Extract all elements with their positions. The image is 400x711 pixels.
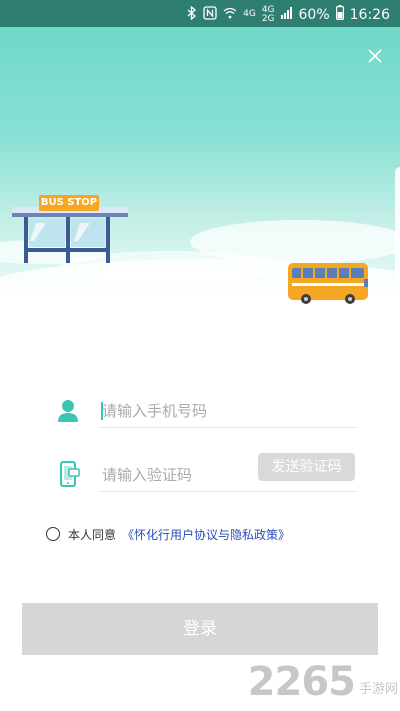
- user-icon: [54, 396, 82, 424]
- phone-underline: [100, 427, 356, 428]
- close-button[interactable]: [364, 46, 386, 68]
- network-4g-label: 4G: [243, 9, 256, 19]
- watermark-suffix: 手游网: [358, 682, 398, 697]
- network-2g-label: 2G: [261, 13, 275, 24]
- agreement-row: 本人同意 《怀化行用户协议与隐私政策》: [46, 525, 290, 543]
- bluetooth-icon: [187, 5, 197, 24]
- send-code-button[interactable]: 发送验证码: [258, 453, 355, 481]
- text-cursor: [101, 402, 103, 420]
- agreement-link[interactable]: 《怀化行用户协议与隐私政策》: [122, 526, 290, 543]
- hero-banner: BUS STOP: [0, 27, 400, 327]
- network-dual-label: 4G 2G: [261, 5, 275, 24]
- bus-illustration: [288, 263, 368, 304]
- hero-illustration: [0, 195, 400, 327]
- status-icons: 4G 4G 2G 60% 16:26: [187, 5, 390, 24]
- code-underline: [100, 491, 356, 492]
- edge-panel-handle[interactable]: [395, 167, 400, 281]
- phone-input[interactable]: [100, 396, 358, 426]
- close-icon: [368, 49, 382, 63]
- nfc-icon: [203, 5, 217, 24]
- watermark-number: 2265: [247, 659, 356, 705]
- signal-icon: [280, 6, 293, 23]
- battery-icon: [335, 5, 344, 24]
- battery-percent: 60%: [298, 6, 330, 23]
- status-bar: 4G 4G 2G 60% 16:26: [0, 0, 400, 27]
- clock: 16:26: [349, 6, 390, 23]
- agreement-label: 本人同意: [68, 527, 117, 542]
- agreement-checkbox[interactable]: [46, 527, 60, 541]
- wifi-icon: [223, 7, 237, 23]
- bus-stop-sign-text: BUS STOP: [40, 197, 98, 208]
- login-button[interactable]: 登录: [22, 603, 378, 655]
- site-watermark: 2265 手游网: [248, 659, 398, 705]
- phone-sms-icon: [54, 460, 82, 488]
- phone-row: [50, 392, 358, 428]
